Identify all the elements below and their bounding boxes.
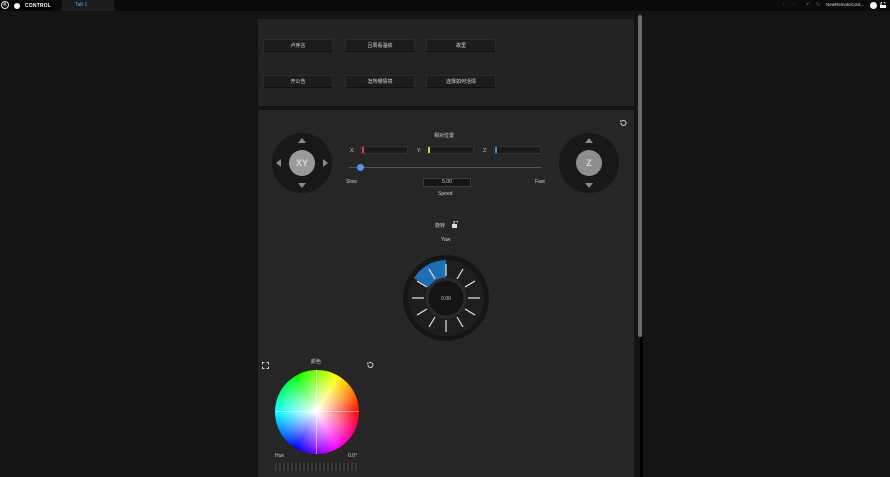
yaw-dial[interactable]: 0.00 bbox=[402, 254, 490, 342]
button-panel: 卢序言 吕周看温绩 故里 开公告 怎所哪情境 选择如何活情 bbox=[258, 19, 634, 106]
reset-color-icon[interactable] bbox=[366, 361, 374, 369]
app-dot-icon bbox=[14, 2, 20, 9]
yaw-value: 0.00 bbox=[441, 296, 451, 302]
down-arrow-icon[interactable] bbox=[298, 183, 306, 188]
z-up-arrow-icon[interactable] bbox=[585, 138, 593, 143]
xy-joystick[interactable]: XY bbox=[272, 133, 332, 193]
gear-icon[interactable] bbox=[879, 2, 887, 9]
xy-knob[interactable]: XY bbox=[289, 150, 315, 176]
remote-name[interactable]: NewRemoteCont... bbox=[826, 2, 864, 7]
left-arrow-icon[interactable] bbox=[276, 159, 281, 167]
up-arrow-icon[interactable] bbox=[298, 138, 306, 143]
rotation-title: 旋转 bbox=[435, 223, 446, 229]
x-label: X: bbox=[350, 148, 355, 154]
title-bar: K CONTROL Tab 1 ‹ › ↶ ↻ NewRemoteCont... bbox=[0, 0, 890, 11]
preset-button-5[interactable]: 怎所哪情境 bbox=[345, 75, 415, 88]
x-field[interactable] bbox=[360, 146, 408, 154]
preset-button-1[interactable]: 卢序言 bbox=[263, 39, 333, 52]
preset-button-3[interactable]: 故里 bbox=[426, 39, 496, 52]
hue-label: Hue bbox=[275, 453, 285, 459]
refresh-icon[interactable]: ↻ bbox=[816, 2, 820, 8]
yaw-label: Yaw bbox=[441, 237, 451, 243]
app-logo: K bbox=[1, 1, 9, 9]
z-field[interactable] bbox=[493, 146, 541, 154]
hue-wheel[interactable] bbox=[275, 370, 359, 454]
right-arrow-icon[interactable] bbox=[323, 159, 328, 167]
slow-label: Slow bbox=[346, 179, 357, 185]
hue-value: 0.0° bbox=[348, 453, 357, 459]
preset-button-2[interactable]: 吕周看温绩 bbox=[345, 39, 415, 52]
undo-icon[interactable]: ↶ bbox=[806, 2, 810, 8]
preset-button-6[interactable]: 选择如何活情 bbox=[426, 75, 496, 88]
fast-label: Fast bbox=[535, 179, 545, 185]
color-title: 颜色 bbox=[311, 359, 322, 365]
app-name: CONTROL bbox=[25, 2, 52, 9]
scrollbar-track[interactable] bbox=[640, 337, 643, 477]
z-down-arrow-icon[interactable] bbox=[585, 183, 593, 188]
z-knob[interactable]: Z bbox=[576, 150, 602, 176]
hue-picker-handle[interactable] bbox=[313, 407, 320, 414]
position-title: 相对位置 bbox=[434, 133, 455, 139]
z-axis-marker bbox=[495, 147, 497, 153]
speed-label: Speed bbox=[438, 191, 453, 197]
lock-icon[interactable] bbox=[451, 221, 459, 228]
z-field-label: Z: bbox=[483, 148, 488, 154]
app-switch[interactable]: CONTROL bbox=[11, 1, 55, 10]
y-axis-marker bbox=[428, 147, 430, 153]
reset-position-icon[interactable] bbox=[619, 119, 627, 127]
speed-value[interactable]: 5.00 bbox=[423, 178, 471, 187]
preset-button-4[interactable]: 开公告 bbox=[263, 75, 333, 88]
forward-icon[interactable]: › bbox=[793, 2, 795, 8]
hue-slider[interactable] bbox=[275, 463, 359, 471]
status-circle-icon[interactable] bbox=[870, 2, 877, 9]
z-joystick[interactable]: Z bbox=[559, 133, 619, 193]
scrollbar-thumb[interactable] bbox=[638, 15, 642, 337]
y-label: Y: bbox=[417, 148, 422, 154]
speed-slider-track[interactable] bbox=[349, 167, 541, 168]
x-axis-marker bbox=[362, 147, 364, 153]
back-icon[interactable]: ‹ bbox=[783, 2, 785, 8]
y-field[interactable] bbox=[426, 146, 474, 154]
speed-slider-thumb[interactable] bbox=[356, 164, 364, 171]
expand-icon[interactable] bbox=[262, 362, 269, 369]
tab-1[interactable]: Tab 1 bbox=[62, 0, 114, 11]
